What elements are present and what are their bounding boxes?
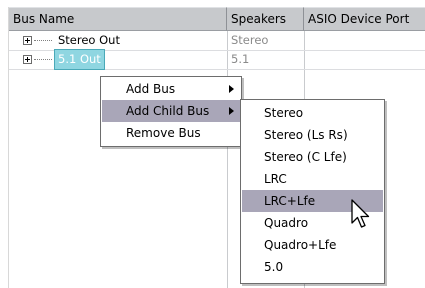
submenu-item-lrc[interactable]: LRC bbox=[242, 168, 383, 190]
menu-item-remove-bus[interactable]: Remove Bus bbox=[102, 122, 240, 144]
menu-item-label: Add Bus bbox=[126, 82, 176, 96]
column-header-asio-device-port[interactable]: ASIO Device Port bbox=[304, 7, 425, 31]
submenu-arrow-icon bbox=[229, 107, 234, 115]
expand-plus-icon[interactable] bbox=[23, 55, 32, 64]
submenu-item-stereo-c-lfe[interactable]: Stereo (C Lfe) bbox=[242, 146, 383, 168]
table-row[interactable]: 5.1 Out 5.1 bbox=[9, 49, 425, 70]
submenu-item-quadro-lfe[interactable]: Quadro+Lfe bbox=[242, 234, 383, 256]
expand-plus-icon[interactable] bbox=[23, 36, 32, 45]
menu-item-add-bus[interactable]: Add Bus bbox=[102, 78, 240, 100]
menu-item-label: Remove Bus bbox=[126, 126, 201, 140]
row-divider bbox=[9, 69, 425, 70]
menu-item-label: Add Child Bus bbox=[126, 104, 210, 118]
mouse-cursor-icon bbox=[351, 199, 370, 228]
table-row[interactable]: Stereo Out Stereo bbox=[9, 31, 425, 50]
submenu-item-stereo-ls-rs[interactable]: Stereo (Ls Rs) bbox=[242, 124, 383, 146]
column-header-bus-name[interactable]: Bus Name bbox=[9, 7, 227, 31]
bus-name-cell: Stereo Out bbox=[58, 33, 120, 47]
column-header-speakers[interactable]: Speakers bbox=[227, 7, 304, 31]
submenu-item-5-0[interactable]: 5.0 bbox=[242, 256, 383, 278]
submenu-item-stereo[interactable]: Stereo bbox=[242, 102, 383, 124]
menu-item-add-child-bus[interactable]: Add Child Bus bbox=[102, 100, 240, 122]
bus-name-cell-selected: 5.1 Out bbox=[54, 49, 105, 70]
tree-connector bbox=[34, 59, 52, 60]
tree-connector bbox=[34, 40, 52, 41]
speakers-cell: Stereo bbox=[231, 33, 269, 47]
speakers-cell: 5.1 bbox=[231, 52, 250, 66]
submenu-arrow-icon bbox=[229, 85, 234, 93]
add-child-bus-submenu: Stereo Stereo (Ls Rs) Stereo (C Lfe) LRC… bbox=[240, 99, 385, 284]
context-menu: Add Bus Add Child Bus Remove Bus bbox=[100, 76, 242, 147]
